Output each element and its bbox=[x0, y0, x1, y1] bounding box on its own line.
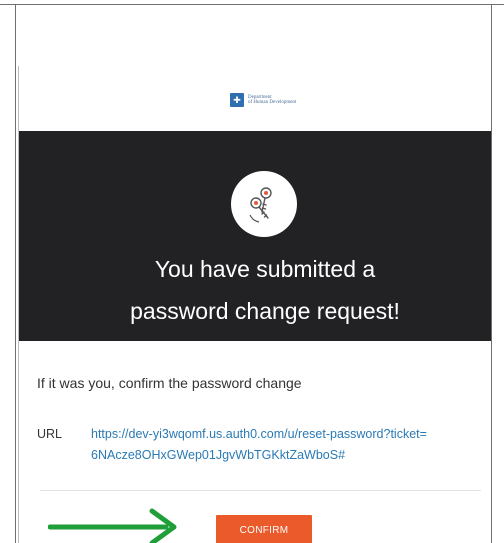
section-divider bbox=[40, 490, 481, 491]
reset-password-link-line-2[interactable]: 6NAcze8OHxGWep01JgvWbTGKktZaWboS# bbox=[91, 446, 471, 464]
frame-top-border bbox=[0, 4, 504, 5]
keys-icon-svg bbox=[249, 187, 272, 223]
email-page: ✚ Department of Human Development You ha… bbox=[0, 0, 504, 543]
reset-password-link-line-1[interactable]: https://dev-yi3wqomf.us.auth0.com/u/rese… bbox=[91, 425, 471, 443]
confirm-instruction-text: If it was you, confirm the password chan… bbox=[37, 375, 302, 391]
hero-title-line-2: password change request! bbox=[130, 298, 400, 324]
green-arrow-icon bbox=[48, 508, 177, 543]
keys-icon bbox=[231, 171, 297, 237]
hero-title: You have submitted a password change req… bbox=[19, 248, 504, 332]
brand-logo: ✚ Department of Human Development bbox=[230, 93, 296, 107]
frame-left-border bbox=[15, 4, 16, 543]
reset-password-link[interactable]: https://dev-yi3wqomf.us.auth0.com/u/rese… bbox=[91, 425, 471, 464]
hero-title-line-1: You have submitted a bbox=[154, 256, 376, 282]
confirm-button[interactable]: CONFIRM bbox=[216, 515, 312, 543]
logo-mark-icon: ✚ bbox=[230, 93, 244, 107]
url-label: URL bbox=[37, 427, 63, 441]
logo-text: Department of Human Development bbox=[248, 95, 297, 105]
